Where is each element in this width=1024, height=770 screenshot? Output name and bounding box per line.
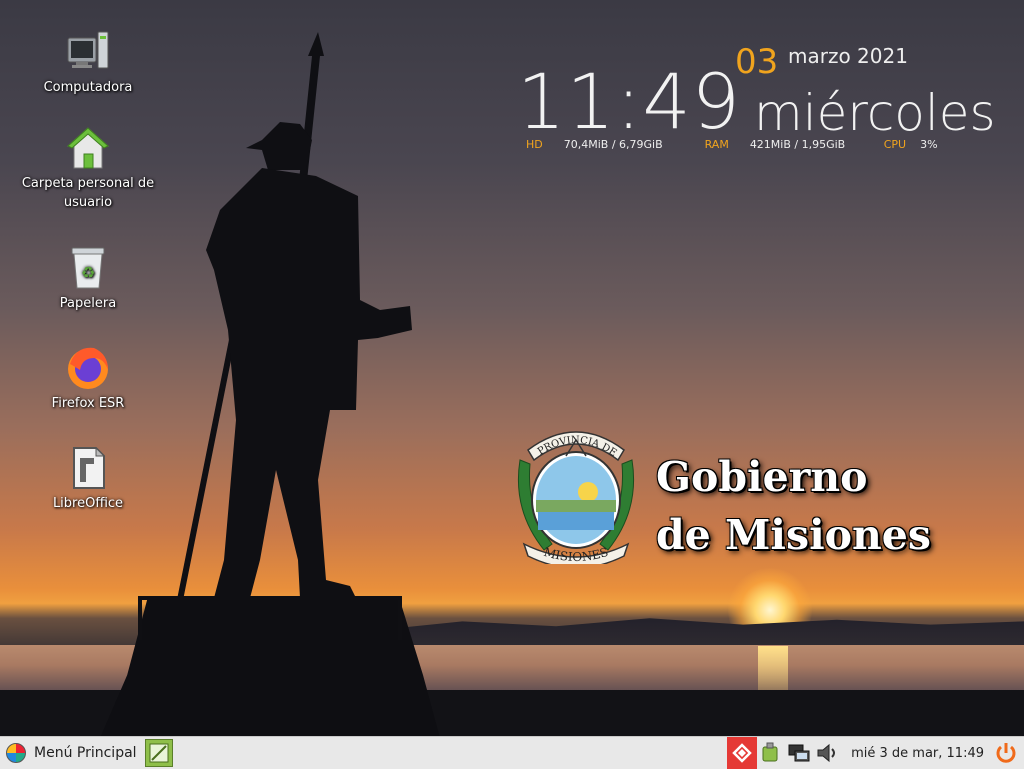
desktop-icon-libreoffice[interactable]: LibreOffice xyxy=(13,444,163,513)
power-icon[interactable] xyxy=(994,741,1018,765)
taskbar: Menú Principal mié 3 de mar, 11:49 xyxy=(0,736,1024,769)
hd-value: 70,4MiB / 6,79GiB xyxy=(563,138,663,151)
conky-weekday: miércoles xyxy=(754,84,996,142)
conky-month-year: marzo 2021 xyxy=(788,44,908,68)
desktop-icon-label: Papelera xyxy=(59,296,117,311)
gobierno-line1: Gobierno xyxy=(656,453,868,501)
desktop-icon-firefox[interactable]: Firefox ESR xyxy=(13,344,163,413)
desktop-icon-label: LibreOffice xyxy=(52,496,124,511)
main-menu-label: Menú Principal xyxy=(34,745,137,761)
conky-time: 11:49 xyxy=(517,57,742,146)
show-desktop-icon xyxy=(149,743,169,763)
libreoffice-icon xyxy=(64,444,112,492)
ram-label: RAM xyxy=(704,138,729,151)
ram-value: 421MiB / 1,95GiB xyxy=(749,138,846,151)
show-desktop-button[interactable] xyxy=(145,739,173,767)
cpu-value: 3% xyxy=(920,138,938,151)
network-icon[interactable] xyxy=(787,741,811,765)
hd-label: HD xyxy=(526,138,543,151)
gobierno-line2: de Misiones xyxy=(656,511,931,559)
desktop-icon-label: Firefox ESR xyxy=(51,396,125,411)
conky-stats: HD 70,4MiB / 6,79GiB RAM 421MiB / 1,95Gi… xyxy=(526,138,938,151)
usb-icon[interactable] xyxy=(759,741,783,765)
computer-icon xyxy=(64,28,112,76)
taskbar-clock[interactable]: mié 3 de mar, 11:49 xyxy=(851,746,984,761)
trash-icon: ♻ xyxy=(64,244,112,292)
volume-icon[interactable] xyxy=(815,741,839,765)
firefox-icon xyxy=(64,344,112,392)
system-tray: mié 3 de mar, 11:49 xyxy=(727,737,1024,769)
conky-day: 03 xyxy=(735,42,779,82)
home-folder-icon xyxy=(64,124,112,172)
gobierno-title: Gobierno de Misiones xyxy=(656,448,931,564)
menu-logo-icon xyxy=(6,743,26,763)
anydesk-icon[interactable] xyxy=(727,737,758,769)
misiones-emblem: PROVINCIA DE MISIONES xyxy=(517,431,635,564)
desktop-icon-home[interactable]: Carpeta personal de usuario xyxy=(13,124,163,212)
cpu-label: CPU xyxy=(883,138,907,151)
desktop-icon-label: Carpeta personal de usuario xyxy=(21,176,155,210)
desktop-icon-computer[interactable]: Computadora xyxy=(13,28,163,97)
svg-text:♻: ♻ xyxy=(81,263,95,282)
main-menu-button[interactable]: Menú Principal xyxy=(6,741,137,765)
desktop-icon-label: Computadora xyxy=(43,80,133,95)
desktop-icon-trash[interactable]: ♻ Papelera xyxy=(13,244,163,313)
